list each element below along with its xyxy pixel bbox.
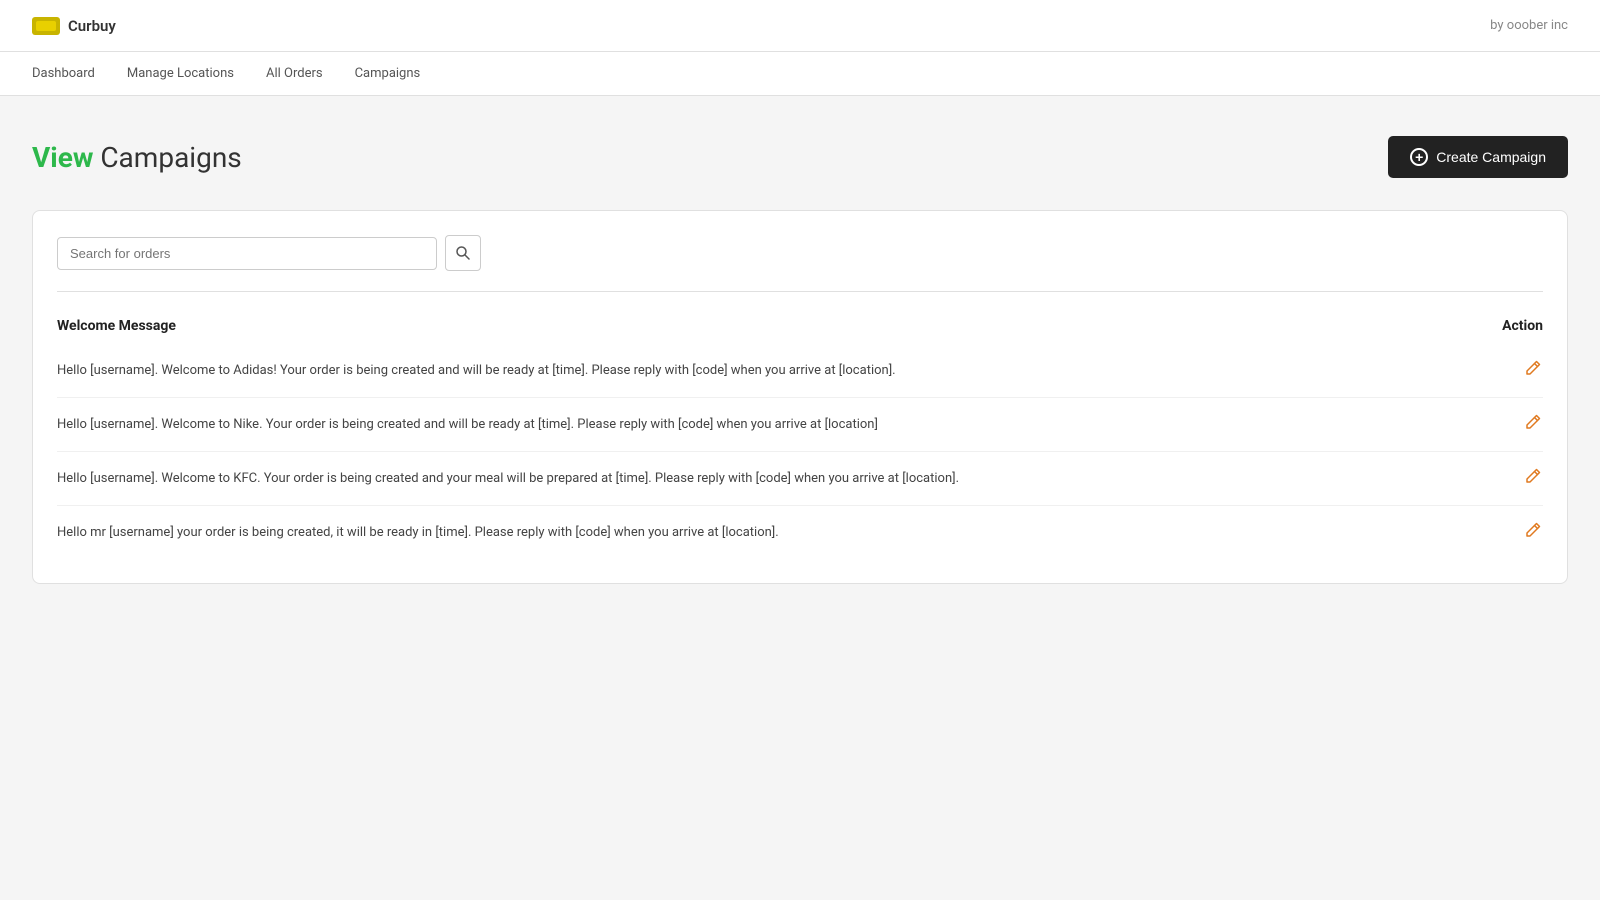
create-campaign-button[interactable]: + Create Campaign	[1388, 136, 1568, 178]
action-cell	[1480, 398, 1543, 452]
action-cell	[1480, 344, 1543, 398]
logo-area: Curbuy	[32, 17, 116, 35]
create-campaign-label: Create Campaign	[1436, 149, 1546, 165]
edit-icon[interactable]	[1523, 524, 1543, 545]
page-title: View Campaigns	[32, 141, 242, 174]
page-title-highlight: View	[32, 141, 93, 174]
divider	[57, 291, 1543, 292]
table-header-row: Welcome Message Action	[57, 308, 1543, 344]
action-cell	[1480, 506, 1543, 560]
edit-icon[interactable]	[1523, 416, 1543, 437]
table-row: Hello [username]. Welcome to Adidas! You…	[57, 344, 1543, 398]
nav-item-dashboard[interactable]: Dashboard	[32, 62, 95, 85]
campaign-message: Hello [username]. Welcome to Nike. Your …	[57, 398, 1480, 452]
campaigns-table: Welcome Message Action Hello [username].…	[57, 308, 1543, 559]
nav-item-campaigns[interactable]: Campaigns	[355, 62, 421, 85]
edit-icon[interactable]	[1523, 470, 1543, 491]
top-bar: Curbuy by ooober inc	[0, 0, 1600, 52]
edit-icon[interactable]	[1523, 362, 1543, 383]
search-button[interactable]	[445, 235, 481, 271]
table-row: Hello [username]. Welcome to KFC. Your o…	[57, 452, 1543, 506]
logo-icon	[32, 17, 60, 35]
page-header: View Campaigns + Create Campaign	[32, 136, 1568, 178]
logo-icon-inner	[36, 21, 56, 31]
nav-item-all-orders[interactable]: All Orders	[266, 62, 323, 85]
campaigns-tbody: Hello [username]. Welcome to Adidas! You…	[57, 344, 1543, 559]
main-content: View Campaigns + Create Campaign Welcome…	[0, 96, 1600, 624]
table-row: Hello [username]. Welcome to Nike. Your …	[57, 398, 1543, 452]
plus-icon: +	[1410, 148, 1428, 166]
app-name: Curbuy	[68, 17, 116, 35]
search-input[interactable]	[57, 237, 437, 270]
column-action: Action	[1480, 308, 1543, 344]
page-title-rest: Campaigns	[93, 141, 241, 174]
nav-item-manage-locations[interactable]: Manage Locations	[127, 62, 234, 85]
table-row: Hello mr [username] your order is being …	[57, 506, 1543, 560]
nav-bar: Dashboard Manage Locations All Orders Ca…	[0, 52, 1600, 96]
campaign-message: Hello [username]. Welcome to Adidas! You…	[57, 344, 1480, 398]
campaigns-card: Welcome Message Action Hello [username].…	[32, 210, 1568, 584]
campaign-message: Hello [username]. Welcome to KFC. Your o…	[57, 452, 1480, 506]
column-message: Welcome Message	[57, 308, 1480, 344]
campaign-message: Hello mr [username] your order is being …	[57, 506, 1480, 560]
byline: by ooober inc	[1490, 18, 1568, 33]
table-header: Welcome Message Action	[57, 308, 1543, 344]
search-icon	[455, 245, 471, 261]
search-row	[57, 235, 1543, 271]
action-cell	[1480, 452, 1543, 506]
